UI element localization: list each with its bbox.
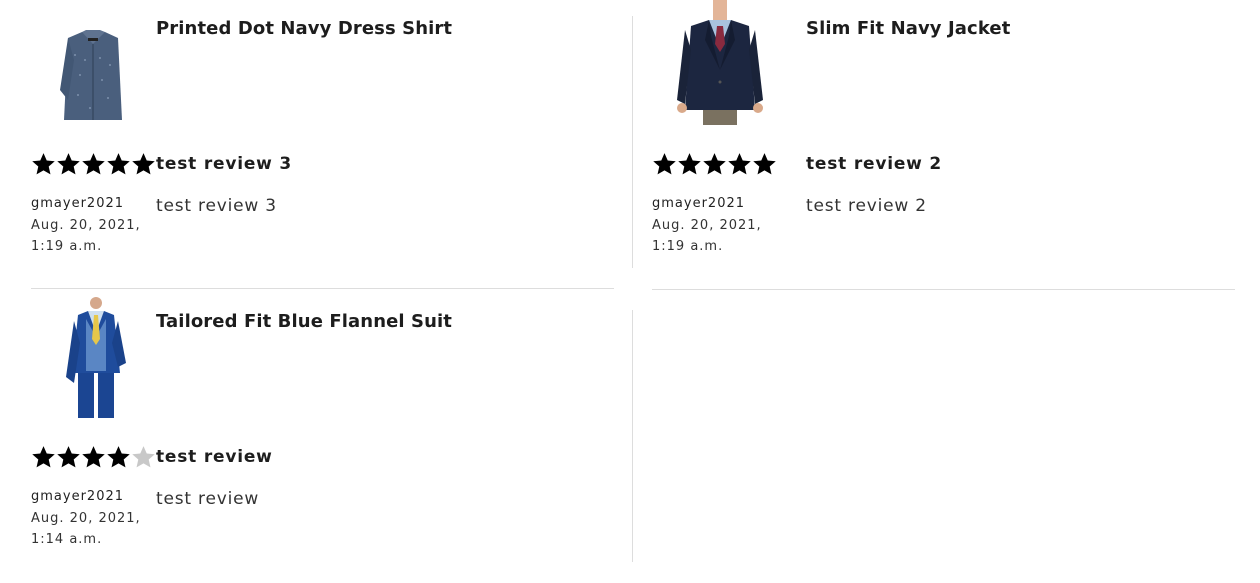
product-image[interactable] <box>30 293 155 418</box>
review-date: Aug. 20, 2021, 1:19 a.m. <box>652 218 762 254</box>
star-filled-icon <box>653 153 676 175</box>
column-divider <box>632 310 633 562</box>
reviewer-username: gmayer2021 <box>31 196 125 211</box>
product-title[interactable]: Slim Fit Navy Jacket <box>806 18 1010 39</box>
star-filled-icon <box>57 446 80 468</box>
review-title: test review 3 <box>156 154 293 174</box>
review-meta: gmayer2021 Aug. 20, 2021, 1:19 a.m. <box>652 196 777 257</box>
star-filled-icon <box>132 153 155 175</box>
star-filled-icon <box>82 446 105 468</box>
product-image[interactable] <box>651 0 776 125</box>
star-rating <box>31 444 156 472</box>
row-divider <box>652 289 1235 290</box>
review-body: test review 3 <box>156 196 277 216</box>
review-card: Tailored Fit Blue Flannel Suit test revi… <box>0 293 590 563</box>
star-empty-icon <box>132 446 155 468</box>
reviewer-username: gmayer2021 <box>31 489 125 504</box>
reviewer-username: gmayer2021 <box>652 196 746 211</box>
star-filled-icon <box>82 153 105 175</box>
shirt-image <box>30 0 155 125</box>
star-filled-icon <box>678 153 701 175</box>
product-image[interactable] <box>30 0 155 125</box>
suit-image <box>30 293 155 418</box>
star-rating <box>31 151 156 179</box>
star-rating <box>652 151 777 179</box>
review-title: test review 2 <box>806 154 943 174</box>
review-date: Aug. 20, 2021, 1:14 a.m. <box>31 511 141 547</box>
jacket-image <box>651 0 776 125</box>
review-meta: gmayer2021 Aug. 20, 2021, 1:19 a.m. <box>31 196 156 257</box>
star-filled-icon <box>107 153 130 175</box>
review-card: Slim Fit Navy Jacket test review 2 test … <box>621 0 1211 270</box>
review-date: Aug. 20, 2021, 1:19 a.m. <box>31 218 141 254</box>
review-body: test review <box>156 489 260 509</box>
row-divider <box>31 288 614 289</box>
review-body: test review 2 <box>806 196 927 216</box>
product-title[interactable]: Printed Dot Navy Dress Shirt <box>156 18 452 39</box>
product-title[interactable]: Tailored Fit Blue Flannel Suit <box>156 311 452 332</box>
review-title: test review <box>156 447 273 467</box>
star-filled-icon <box>753 153 776 175</box>
star-filled-icon <box>32 446 55 468</box>
star-filled-icon <box>57 153 80 175</box>
star-filled-icon <box>32 153 55 175</box>
star-filled-icon <box>107 446 130 468</box>
star-filled-icon <box>703 153 726 175</box>
star-filled-icon <box>728 153 751 175</box>
review-meta: gmayer2021 Aug. 20, 2021, 1:14 a.m. <box>31 489 156 550</box>
review-card: Printed Dot Navy Dress Shirt test review… <box>0 0 590 270</box>
